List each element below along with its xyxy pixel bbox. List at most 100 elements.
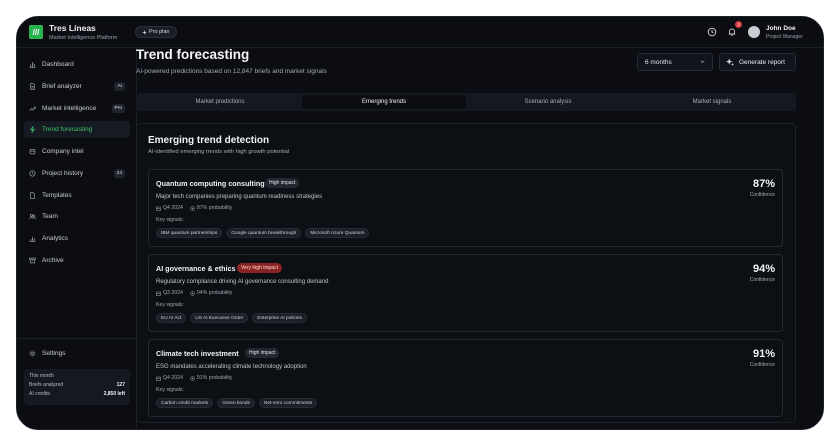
sidebar-item-archive[interactable]: Archive xyxy=(24,252,130,269)
sparkle-icon xyxy=(142,29,147,35)
brand-subtitle: Market Intelligence Platform xyxy=(49,35,118,41)
trend-quarter: Q3 2024 xyxy=(156,290,183,296)
sidebar-item-project-history[interactable]: Project history 24 xyxy=(24,165,130,182)
zap-icon xyxy=(29,126,36,133)
impact-badge: High impact xyxy=(245,348,280,358)
trending-up-icon xyxy=(29,106,36,111)
trend-probability-label: 94% probability xyxy=(196,290,233,296)
trend-quarter-label: Q3 2024 xyxy=(163,290,183,296)
trend-card[interactable]: AI governance & ethics Very high impact … xyxy=(148,254,783,332)
file-icon xyxy=(30,192,35,199)
signal-list: IBM quantum partnerships Google quantum … xyxy=(156,228,370,238)
sidebar-item-team[interactable]: Team xyxy=(24,208,130,225)
sidebar-item-label: Market intelligence xyxy=(42,105,97,112)
sidebar-item-dashboard[interactable]: Dashboard xyxy=(24,56,130,73)
impact-badge: High impact xyxy=(265,178,300,188)
key-signals-label: Key signals: xyxy=(156,387,184,393)
confidence-value: 91% xyxy=(752,348,775,360)
gear-icon xyxy=(29,350,36,357)
archive-icon xyxy=(29,257,36,264)
trend-quarter: Q4 2024 xyxy=(156,205,183,211)
sidebar-item-analytics[interactable]: Analytics xyxy=(24,230,130,247)
stats-label: AI credits xyxy=(29,391,50,397)
stats-value: 2,850 left xyxy=(103,391,125,397)
document-icon xyxy=(30,83,35,90)
avatar[interactable] xyxy=(748,26,760,38)
app-window: /// Tres Líneas Market Intelligence Plat… xyxy=(16,16,824,430)
signal-chip: Green bonds xyxy=(217,398,255,408)
sidebar-item-company-intel[interactable]: Company intel xyxy=(24,143,130,160)
period-select[interactable]: 6 months xyxy=(637,53,713,71)
sidebar-item-templates[interactable]: Templates xyxy=(24,187,130,204)
signal-chip: Google quantum breakthrough xyxy=(226,228,302,238)
signal-chip: Net-zero commitments xyxy=(258,398,318,408)
trend-card[interactable]: Climate tech investment High impact ESG … xyxy=(148,339,783,417)
clock-icon xyxy=(29,170,36,177)
stats-value: 127 xyxy=(116,382,125,388)
trend-probability: 87% probability xyxy=(190,205,232,211)
stats-row-credits: AI credits 2,850 left xyxy=(29,391,125,397)
page-title: Trend forecasting xyxy=(136,47,250,62)
confidence-label: Confidence xyxy=(749,277,775,283)
key-signals-label: Key signals: xyxy=(156,302,184,308)
bell-icon[interactable] xyxy=(727,27,737,37)
clock-icon[interactable] xyxy=(707,27,717,37)
confidence-value: 94% xyxy=(752,263,775,275)
calendar-icon xyxy=(156,291,161,296)
signal-chip: IBM quantum partnerships xyxy=(156,228,223,238)
trend-title: AI governance & ethics xyxy=(156,264,236,273)
tab-scenario-analysis[interactable]: Scenario analysis xyxy=(466,95,630,109)
tab-bar: Market predictions Emerging trends Scena… xyxy=(136,93,796,111)
trend-title: Climate tech investment xyxy=(156,349,239,358)
sidebar-divider xyxy=(17,338,136,339)
building-icon xyxy=(29,149,36,155)
ai-badge: AI xyxy=(114,82,125,91)
trend-probability: 94% probability xyxy=(190,290,232,296)
sidebar-item-brief-analyzer[interactable]: Brief analyzer AI xyxy=(24,78,130,95)
tab-market-predictions[interactable]: Market predictions xyxy=(138,95,302,109)
bar-chart-icon xyxy=(29,62,36,68)
trend-quarter: Q4 2024 xyxy=(156,375,183,381)
trend-probability-label: 87% probability xyxy=(196,205,233,211)
panel-subtitle: AI-identified emerging trends with high … xyxy=(148,149,290,155)
trend-description: Major tech companies preparing quantum r… xyxy=(156,194,323,200)
sidebar-item-trend-forecasting[interactable]: Trend forecasting xyxy=(24,121,130,138)
analytics-icon xyxy=(29,237,36,242)
tab-emerging-trends[interactable]: Emerging trends xyxy=(302,95,466,109)
sidebar-item-label: Team xyxy=(42,213,58,220)
generate-report-button[interactable]: Generate report xyxy=(719,53,796,71)
brand-name: Tres Líneas xyxy=(49,23,96,33)
sidebar-item-settings[interactable]: Settings xyxy=(24,345,130,362)
sparkle-icon xyxy=(726,58,734,66)
sidebar-item-label: Settings xyxy=(42,350,66,357)
count-badge: 24 xyxy=(113,169,125,178)
generate-report-label: Generate report xyxy=(739,58,785,66)
sidebar-item-label: Dashboard xyxy=(42,61,74,68)
notification-count-badge: 3 xyxy=(735,21,742,28)
logo-icon: /// xyxy=(29,25,43,39)
trend-meta: Q3 2024 94% probability xyxy=(156,290,232,296)
trend-description: Regulatory compliance driving AI governa… xyxy=(156,279,329,285)
signal-chip: Enterprise AI policies xyxy=(252,313,308,323)
signal-chip: Microsoft Azure Quantum xyxy=(305,228,370,238)
signal-list: Carbon credit markets Green bonds Net-ze… xyxy=(156,398,318,408)
usage-stats-box: This month Briefs analyzed 127 AI credit… xyxy=(24,369,130,405)
tab-market-signals[interactable]: Market signals xyxy=(630,95,794,109)
user-role: Project Manager xyxy=(766,34,803,40)
stats-title: This month xyxy=(29,373,54,379)
plan-badge[interactable]: Pro plan xyxy=(135,26,177,38)
signal-list: EU AI Act US AI Executive Order Enterpri… xyxy=(156,313,308,323)
trend-meta: Q4 2024 91% probability xyxy=(156,375,232,381)
sidebar-item-label: Brief analyzer xyxy=(42,83,82,90)
trend-probability-label: 91% probability xyxy=(196,375,233,381)
calendar-icon xyxy=(156,206,161,211)
sidebar-item-label: Company intel xyxy=(42,148,84,155)
trend-card[interactable]: Quantum computing consulting High impact… xyxy=(148,169,783,247)
impact-badge: Very high impact xyxy=(237,263,282,273)
users-icon xyxy=(29,214,36,220)
confidence-label: Confidence xyxy=(749,362,775,368)
sidebar-item-label: Templates xyxy=(42,192,72,199)
sidebar-item-market-intelligence[interactable]: Market intelligence Pro xyxy=(24,100,130,117)
sidebar-item-label: Trend forecasting xyxy=(42,126,93,133)
user-name: John Doe xyxy=(766,25,796,32)
